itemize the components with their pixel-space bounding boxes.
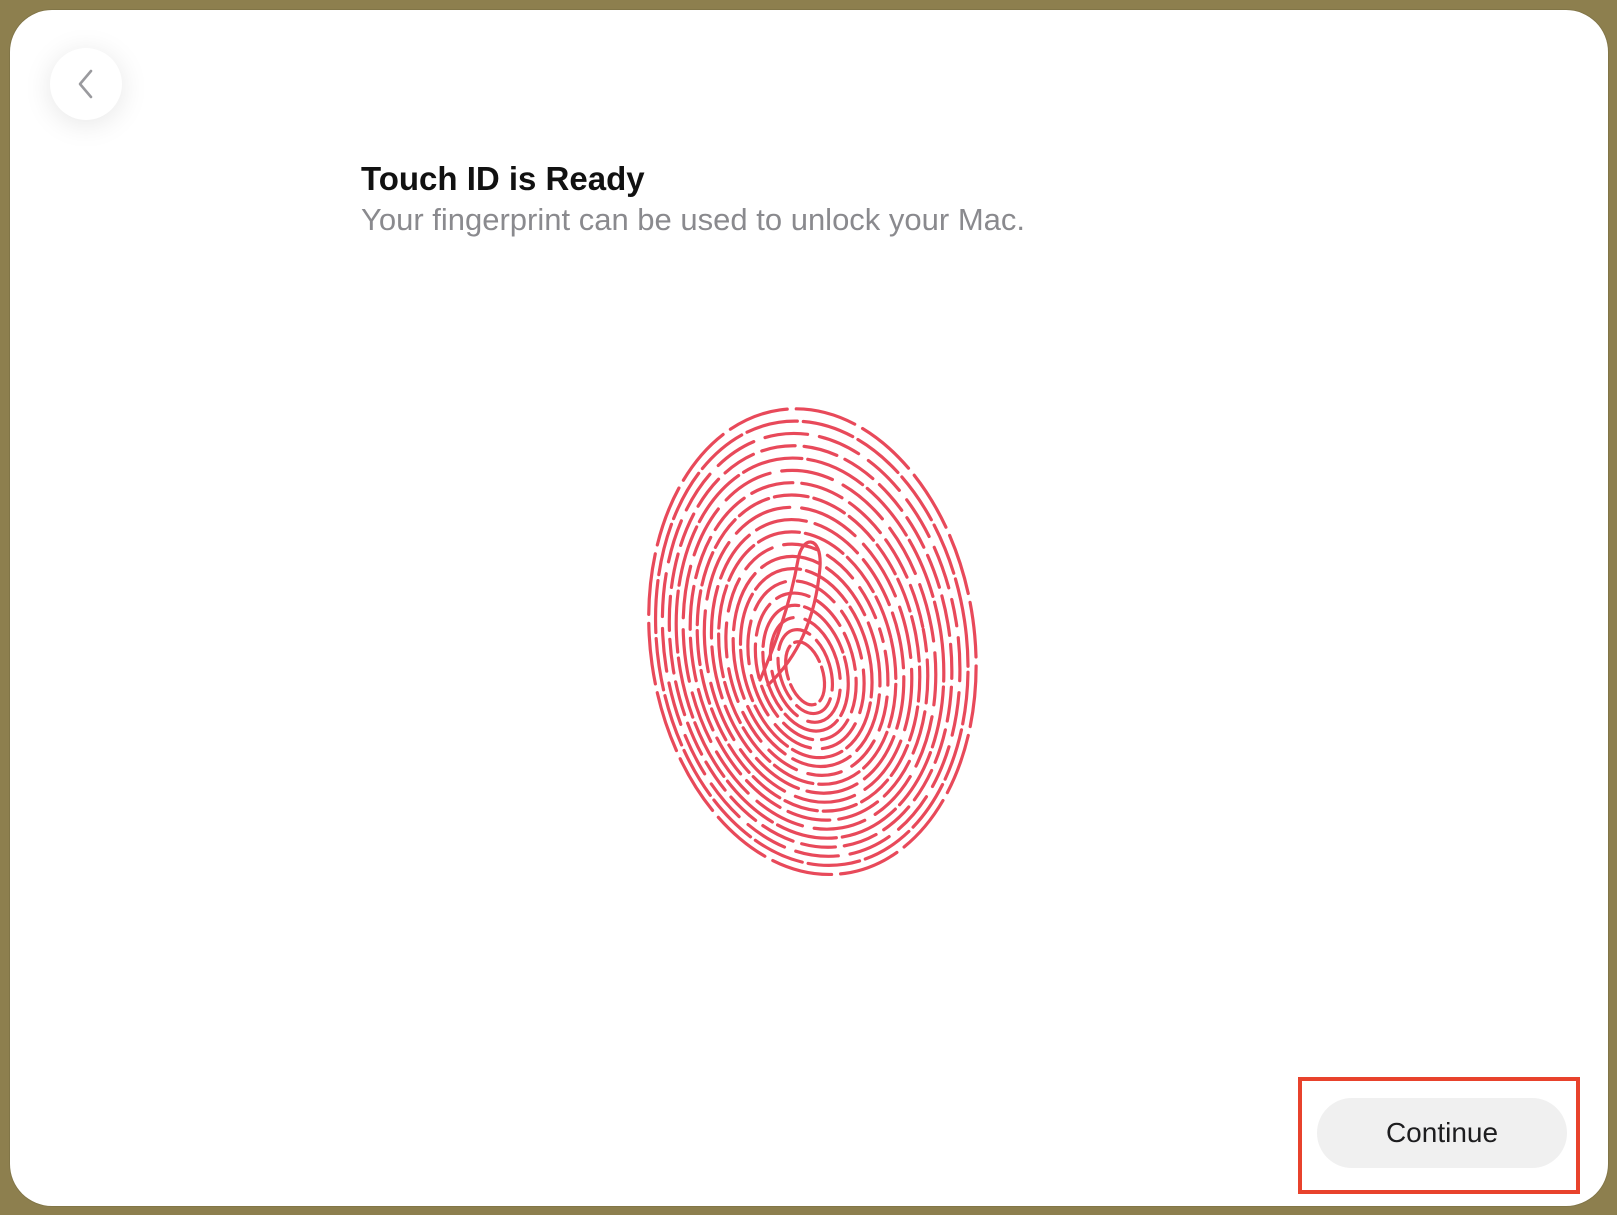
fingerprint-icon (647, 407, 978, 877)
fingerprint-illustration (640, 345, 990, 905)
page-title: Touch ID is Ready (361, 160, 645, 197)
header: Touch ID is Ready Your fingerprint can b… (361, 158, 1361, 240)
chevron-left-icon (74, 67, 98, 101)
continue-button[interactable]: Continue (1317, 1098, 1567, 1168)
back-button[interactable] (50, 48, 122, 120)
page-subtitle: Your fingerprint can be used to unlock y… (361, 202, 1026, 237)
setup-window: Touch ID is Ready Your fingerprint can b… (10, 10, 1608, 1206)
